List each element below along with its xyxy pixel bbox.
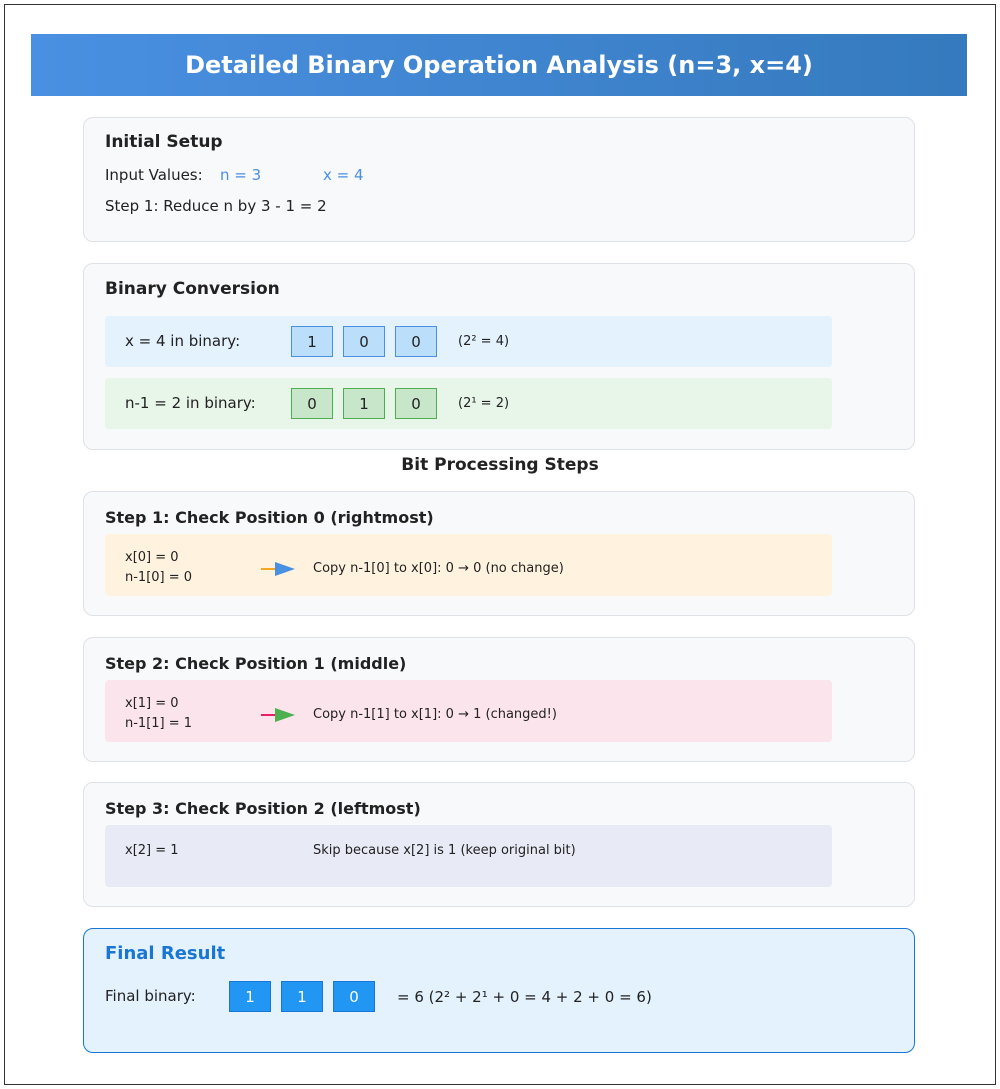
- x-value: x = 4: [323, 166, 364, 184]
- binary-conversion-card: Binary Conversion x = 4 in binary: 1 0 0…: [83, 263, 915, 450]
- step-2-arrow-icon: [261, 708, 295, 722]
- x-binary-note: (2² = 4): [458, 334, 510, 349]
- step-3-card: Step 3: Check Position 2 (leftmost) x[2]…: [83, 782, 915, 907]
- bit-processing-title: Bit Processing Steps: [401, 455, 599, 475]
- n-value: n = 3: [220, 166, 262, 184]
- n-bit-1: 1: [343, 388, 385, 419]
- n-bit-0: 0: [395, 388, 437, 419]
- final-bit-2: 1: [229, 981, 271, 1012]
- final-binary-label: Final binary:: [105, 987, 196, 1005]
- step-1-card: Step 1: Check Position 0 (rightmost) x[0…: [83, 491, 915, 616]
- x-binary-row: x = 4 in binary: 1 0 0 (2² = 4): [105, 316, 832, 367]
- step-3-title: Step 3: Check Position 2 (leftmost): [105, 799, 421, 818]
- input-values-label: Input Values:: [105, 166, 203, 184]
- initial-setup-title: Initial Setup: [105, 132, 223, 152]
- step-3-row: x[2] = 1 Skip because x[2] is 1 (keep or…: [105, 825, 832, 887]
- step-3-line-1: x[2] = 1: [125, 843, 179, 858]
- initial-setup-card: Initial Setup Input Values: n = 3 x = 4 …: [83, 117, 915, 242]
- x-bit-0: 0: [395, 326, 437, 357]
- step-1-action: Copy n-1[0] to x[0]: 0 → 0 (no change): [313, 561, 564, 576]
- step-2-line-2: n-1[1] = 1: [125, 716, 193, 731]
- step-1-row: x[0] = 0 n-1[0] = 0 Copy n-1[0] to x[0]:…: [105, 534, 832, 596]
- step-2-action: Copy n-1[1] to x[1]: 0 → 1 (changed!): [313, 707, 557, 722]
- binary-conversion-title: Binary Conversion: [105, 279, 280, 299]
- step-3-action: Skip because x[2] is 1 (keep original bi…: [313, 843, 576, 858]
- final-equation: = 6 (2² + 2¹ + 0 = 4 + 2 + 0 = 6): [397, 988, 652, 1006]
- n-binary-row: n-1 = 2 in binary: 0 1 0 (2¹ = 2): [105, 378, 832, 429]
- step-1-title: Step 1: Check Position 0 (rightmost): [105, 508, 434, 527]
- step-1-line-1: x[0] = 0: [125, 550, 179, 565]
- step-2-card: Step 2: Check Position 1 (middle) x[1] =…: [83, 637, 915, 762]
- step-2-title: Step 2: Check Position 1 (middle): [105, 654, 407, 673]
- n-binary-label: n-1 = 2 in binary:: [125, 394, 256, 412]
- x-bit-2: 1: [291, 326, 333, 357]
- final-result-card: Final Result Final binary: 1 1 0 = 6 (2²…: [83, 928, 915, 1053]
- x-bit-1: 0: [343, 326, 385, 357]
- page-title: Detailed Binary Operation Analysis (n=3,…: [31, 34, 967, 96]
- step-1-line-2: n-1[0] = 0: [125, 570, 193, 585]
- step-1-arrow-icon: [261, 562, 295, 576]
- n-binary-note: (2¹ = 2): [458, 396, 510, 411]
- reduce-step-text: Step 1: Reduce n by 3 - 1 = 2: [105, 197, 327, 215]
- step-2-line-1: x[1] = 0: [125, 696, 179, 711]
- n-bit-2: 0: [291, 388, 333, 419]
- step-2-row: x[1] = 0 n-1[1] = 1 Copy n-1[1] to x[1]:…: [105, 680, 832, 742]
- x-binary-label: x = 4 in binary:: [125, 332, 241, 350]
- final-result-title: Final Result: [105, 943, 226, 964]
- final-bit-0: 0: [333, 981, 375, 1012]
- final-bit-1: 1: [281, 981, 323, 1012]
